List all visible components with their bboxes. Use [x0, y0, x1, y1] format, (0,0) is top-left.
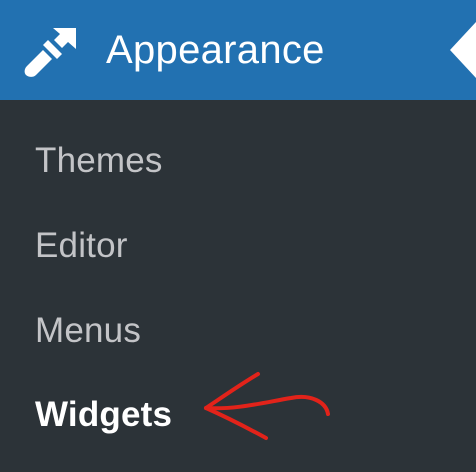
submenu-item-editor[interactable]: Editor — [35, 225, 128, 267]
submenu-item-themes[interactable]: Themes — [35, 140, 163, 182]
submenu-item-widgets[interactable]: Widgets — [35, 394, 172, 436]
paintbrush-icon — [24, 28, 76, 77]
appearance-menu-header[interactable]: Appearance — [0, 0, 476, 100]
submenu-item-menus[interactable]: Menus — [35, 310, 141, 352]
red-arrow-icon — [204, 372, 330, 440]
collapse-arrow-icon[interactable] — [450, 22, 476, 78]
appearance-menu-title: Appearance — [106, 28, 325, 72]
